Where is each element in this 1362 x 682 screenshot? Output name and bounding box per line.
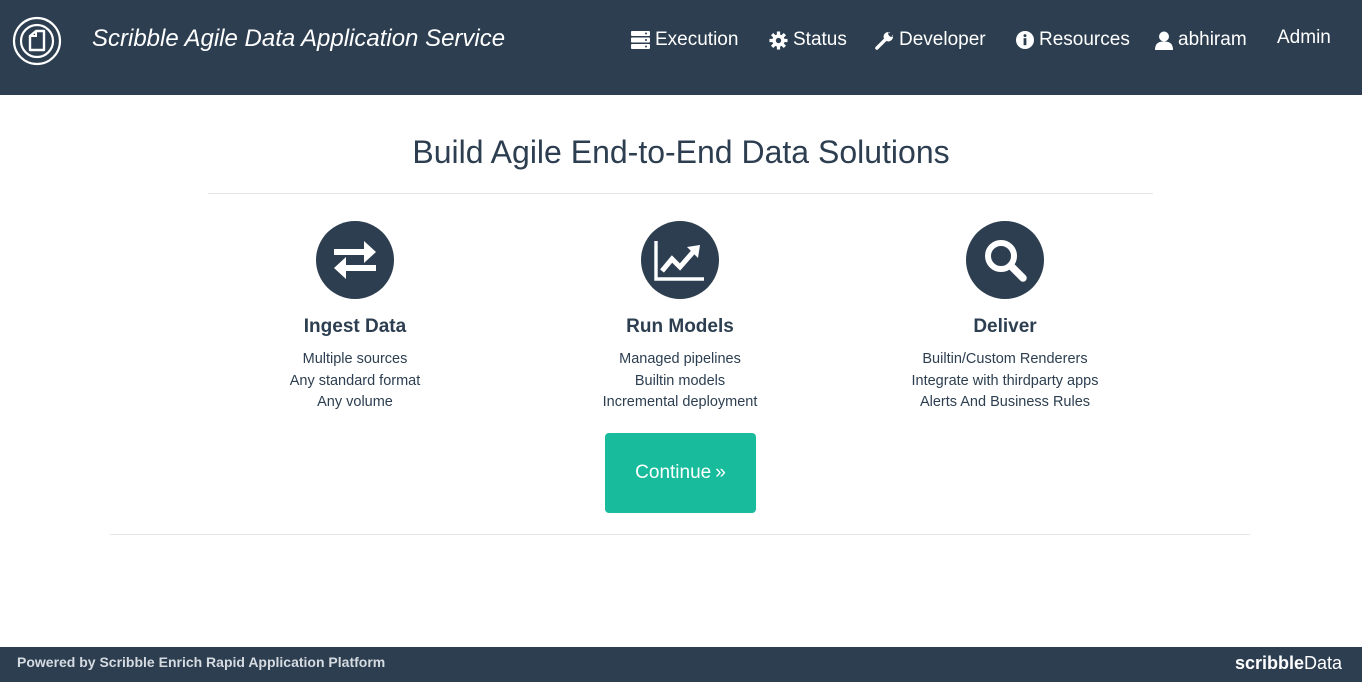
- nav-user-label: abhiram: [1178, 29, 1247, 50]
- continue-button-label: Continue: [635, 462, 712, 483]
- feature-icon-circle: [966, 221, 1044, 299]
- feature-title: Run Models: [626, 316, 734, 337]
- user-icon: [1155, 31, 1173, 50]
- double-chevron-right-icon: »: [715, 462, 726, 483]
- feature-run-models: Run Models Managed pipelines Builtin mod…: [530, 221, 830, 414]
- feature-title: Ingest Data: [303, 316, 407, 337]
- gear-icon: [769, 30, 788, 50]
- feature-line: Builtin/Custom Renderers: [922, 351, 1088, 367]
- nav-admin-label: Admin: [1277, 27, 1331, 48]
- feature-line: Alerts And Business Rules: [919, 394, 1091, 410]
- nav-developer-label: Developer: [899, 29, 986, 50]
- nav-status[interactable]: Status: [769, 27, 847, 53]
- feature-deliver: Deliver Builtin/Custom Renderers Integra…: [855, 221, 1155, 414]
- nav-execution-label: Execution: [655, 29, 739, 50]
- wrench-icon: [875, 31, 894, 50]
- divider: [110, 534, 1250, 535]
- nav-resources-label: Resources: [1039, 29, 1130, 50]
- feature-line: Builtin models: [634, 372, 726, 389]
- feature-icon-circle: [641, 221, 719, 299]
- feature-line: Multiple sources: [302, 351, 408, 367]
- feature-line: Any standard format: [289, 372, 421, 389]
- top-navbar: Scribble Agile Data Application Service …: [0, 0, 1362, 95]
- feature-title: Deliver: [973, 316, 1037, 337]
- server-icon: [631, 31, 650, 49]
- nav-developer[interactable]: Developer: [875, 27, 986, 53]
- nav-user[interactable]: abhiram: [1155, 27, 1247, 53]
- feature-icon-circle: [316, 221, 394, 299]
- search-icon: [985, 240, 1027, 282]
- page-headline: Build Agile End-to-End Data Solutions: [412, 134, 950, 170]
- nav-admin[interactable]: Admin: [1277, 25, 1331, 51]
- nav-status-label: Status: [793, 29, 847, 50]
- feature-line: Incremental deployment: [602, 394, 758, 410]
- footer-brand-light: Data: [1303, 653, 1342, 673]
- footer-brand-bold: scribble: [1234, 653, 1304, 673]
- feature-line: Managed pipelines: [619, 351, 741, 367]
- feature-ingest-data: Ingest Data Multiple sources Any standar…: [205, 221, 505, 414]
- divider: [208, 193, 1153, 194]
- app-title[interactable]: Scribble Agile Data Application Service: [92, 25, 505, 53]
- footer-powered-by: Powered by Scribble Enrich Rapid Applica…: [17, 654, 386, 670]
- feature-line: Integrate with thirdparty apps: [911, 372, 1099, 389]
- footer: Powered by Scribble Enrich Rapid Applica…: [0, 647, 1362, 682]
- footer-brand-logo[interactable]: scribbleData: [1235, 653, 1342, 674]
- nav-execution[interactable]: Execution: [631, 27, 738, 53]
- continue-button[interactable]: Continue »: [605, 433, 756, 513]
- info-icon: [1016, 31, 1034, 49]
- nav-resources[interactable]: Resources: [1016, 27, 1130, 53]
- app-logo-icon[interactable]: [12, 16, 62, 66]
- exchange-arrows-icon: [334, 241, 376, 279]
- feature-line: Any volume: [317, 394, 393, 410]
- line-chart-icon: [654, 241, 704, 281]
